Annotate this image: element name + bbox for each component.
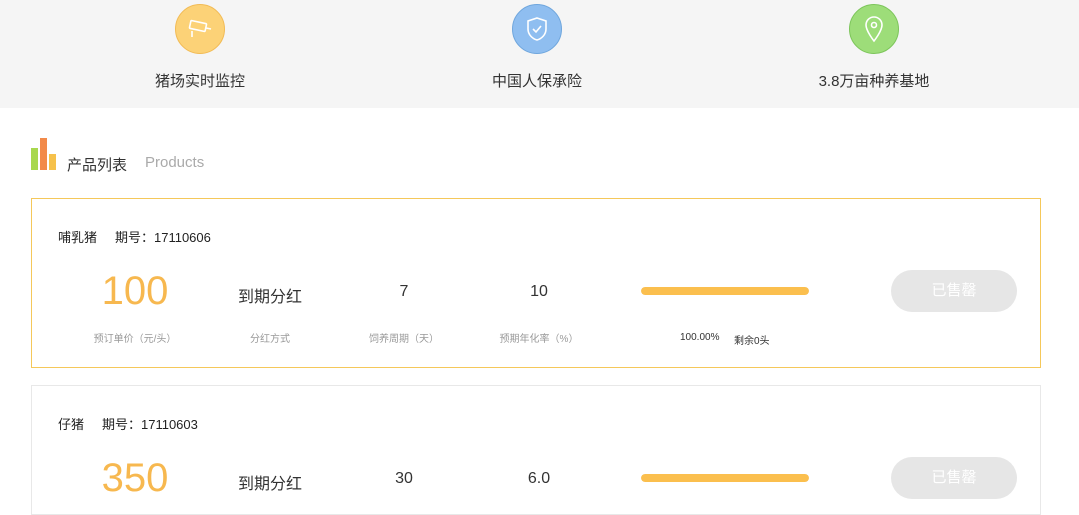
product-price: 100 xyxy=(101,269,169,313)
product-period: 期号：17110603 xyxy=(102,417,198,432)
product-card[interactable]: 仔猪 期号：17110603 350 到期分红 30 6.0 已售罄 xyxy=(31,385,1041,515)
product-card[interactable]: 哺乳猪 期号：17110606 100 预订单价（元/头） 到期分红 分红方式 … xyxy=(31,198,1041,368)
bar-chart-icon xyxy=(31,138,57,170)
cycle-caption: 饲养周期（天） xyxy=(369,334,439,345)
sold-out-button[interactable]: 已售罄 xyxy=(891,270,1017,312)
section-title: 产品列表 xyxy=(67,157,128,174)
feature-label: 中国人保承险 xyxy=(491,73,582,90)
shield-icon xyxy=(512,4,562,54)
sold-out-button[interactable]: 已售罄 xyxy=(891,457,1017,499)
feature-label: 3.8万亩种养基地 xyxy=(818,73,930,90)
dividend-method: 到期分红 xyxy=(237,289,302,306)
camera-icon xyxy=(175,4,225,54)
feature-insurance[interactable]: 中国人保承险 xyxy=(417,0,657,91)
product-price: 350 xyxy=(101,456,169,500)
feeding-cycle: 30 xyxy=(395,470,413,487)
remaining-count: 剩余0头 xyxy=(734,336,770,347)
progress-fill xyxy=(641,474,809,482)
price-caption: 预订单价（元/头） xyxy=(93,334,177,345)
progress-bar xyxy=(641,287,809,295)
progress-bar xyxy=(641,474,809,482)
progress-fill xyxy=(641,287,809,295)
dividend-caption: 分红方式 xyxy=(250,334,290,345)
product-period: 期号：17110606 xyxy=(115,230,211,245)
section-header: 产品列表 Products xyxy=(31,138,431,174)
annual-rate: 10 xyxy=(530,283,548,300)
feeding-cycle: 7 xyxy=(399,283,409,300)
progress-percent: 100.00% xyxy=(680,332,720,343)
feature-base[interactable]: 3.8万亩种养基地 xyxy=(754,0,994,91)
feature-monitoring[interactable]: 猪场实时监控 xyxy=(80,0,320,91)
rate-caption: 预期年化率（%） xyxy=(499,334,579,345)
location-pin-icon xyxy=(849,4,899,54)
feature-label: 猪场实时监控 xyxy=(154,73,245,90)
product-name: 仔猪 xyxy=(58,417,85,432)
product-name: 哺乳猪 xyxy=(58,230,98,245)
dividend-method: 到期分红 xyxy=(237,476,302,493)
annual-rate: 6.0 xyxy=(527,470,551,487)
feature-bar: 猪场实时监控 中国人保承险 3.8万亩种养基地 xyxy=(0,0,1079,108)
section-subtitle: Products xyxy=(145,154,205,171)
